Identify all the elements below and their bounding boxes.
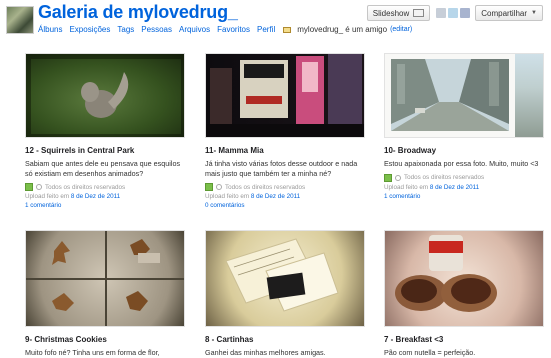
nav-albuns[interactable]: Álbuns: [38, 25, 62, 34]
photo-card: 7 - Breakfast <3 Pão com nutella = perfe…: [384, 230, 544, 358]
photo-card: 10- Broadway Estou apaixonada por essa f…: [384, 53, 544, 200]
upload-prefix: Upload feito em: [205, 193, 250, 201]
photo-card: 12 - Squirrels in Central Park Sabiam qu…: [25, 53, 185, 209]
photo-title[interactable]: 10- Broadway: [384, 146, 544, 155]
share-icons: [436, 8, 472, 18]
slideshow-icon: [413, 9, 425, 17]
nav-arquivos[interactable]: Arquivos: [179, 25, 210, 34]
photo-thumbnail[interactable]: [205, 230, 365, 327]
license-text: Todos os direitos reservados: [45, 183, 126, 191]
toolbar: Slideshow Compartilhar ▼: [366, 5, 543, 21]
green-square-icon: [25, 183, 33, 192]
upload-date-link[interactable]: 8 de Dez de 2011: [430, 184, 479, 191]
photo-description: Ganhei das minhas melhores amigas.: [205, 348, 326, 357]
page-title[interactable]: Galeria de mylovedrug_: [38, 2, 238, 23]
facebook-share-icon[interactable]: [460, 8, 471, 18]
license-text: Todos os direitos reservados: [225, 183, 306, 191]
photo-thumbnail[interactable]: [25, 53, 185, 138]
green-square-icon: [205, 183, 213, 192]
comments-link[interactable]: 1 comentário: [384, 193, 544, 200]
nav-exposicoes[interactable]: Exposições: [69, 25, 110, 34]
copyright-icon: [216, 184, 222, 191]
chevron-down-icon: ▼: [531, 10, 537, 16]
upload-date-link[interactable]: 8 de Dez de 2011: [251, 193, 300, 200]
slideshow-button[interactable]: Slideshow: [366, 5, 431, 21]
twitter-share-icon[interactable]: [448, 8, 459, 18]
license-line: Todos os direitos reservados: [205, 183, 365, 192]
photo-card: 9- Christmas Cookies Muito fofo né? Tinh…: [25, 230, 185, 358]
nav-pessoas[interactable]: Pessoas: [141, 25, 172, 34]
envelope-icon[interactable]: [283, 26, 292, 33]
share-label: Compartilhar: [481, 8, 528, 18]
upload-date-link[interactable]: 8 de Dez de 2011: [71, 193, 120, 200]
upload-info: Upload feito em 8 de Dez de 2011: [384, 184, 544, 191]
photo-thumbnail[interactable]: [25, 230, 185, 327]
photo-title[interactable]: 12 - Squirrels in Central Park: [25, 146, 185, 155]
photo-card: 11- Mamma Mia Já tinha visto várias foto…: [205, 53, 365, 209]
comments-link[interactable]: 0 comentários: [205, 202, 365, 209]
upload-prefix: Upload feito em: [384, 183, 429, 191]
contact-status: mylovedrug_ é um amigo: [297, 25, 388, 34]
photo-description: Sabiam que antes dele eu pensava que esq…: [25, 159, 181, 178]
photo-thumbnail[interactable]: [205, 53, 365, 138]
upload-prefix: Upload feito em: [25, 193, 70, 201]
green-square-icon: [384, 173, 392, 182]
email-share-icon[interactable]: [436, 8, 447, 18]
edit-contact-link[interactable]: (editar): [390, 26, 412, 33]
photo-title[interactable]: 11- Mamma Mia: [205, 146, 365, 155]
photo-thumbnail[interactable]: [384, 230, 544, 327]
upload-info: Upload feito em 8 de Dez de 2011: [25, 193, 185, 200]
avatar[interactable]: [6, 6, 34, 34]
gallery-nav: Álbuns Exposições Tags Pessoas Arquivos …: [38, 25, 419, 34]
photo-description: Estou apaixonada por essa foto. Muito, m…: [384, 159, 539, 168]
photo-card: 8 - Cartinhas Ganhei das minhas melhores…: [205, 230, 365, 358]
copyright-icon: [395, 174, 401, 181]
nav-favoritos[interactable]: Favoritos: [217, 25, 250, 34]
photo-title[interactable]: 8 - Cartinhas: [205, 335, 365, 344]
photo-description: Pão com nutella = perfeição.: [384, 348, 476, 357]
photo-description: Já tinha visto várias fotos desse outdoo…: [205, 159, 358, 178]
slideshow-label: Slideshow: [372, 8, 410, 18]
nav-tags[interactable]: Tags: [117, 25, 134, 34]
photo-title[interactable]: 9- Christmas Cookies: [25, 335, 185, 344]
photo-thumbnail[interactable]: [384, 53, 544, 138]
share-button[interactable]: Compartilhar ▼: [475, 5, 543, 21]
upload-info: Upload feito em 8 de Dez de 2011: [205, 193, 365, 200]
license-line: Todos os direitos reservados: [25, 183, 185, 192]
license-text: Todos os direitos reservados: [404, 174, 485, 182]
comments-link[interactable]: 1 comentário: [25, 202, 185, 209]
nav-perfil[interactable]: Perfil: [257, 25, 275, 34]
license-line: Todos os direitos reservados: [384, 173, 544, 182]
photo-title[interactable]: 7 - Breakfast <3: [384, 335, 544, 344]
photo-description: Muito fofo né? Tinha uns em forma de flo…: [25, 348, 160, 357]
copyright-icon: [36, 184, 42, 191]
